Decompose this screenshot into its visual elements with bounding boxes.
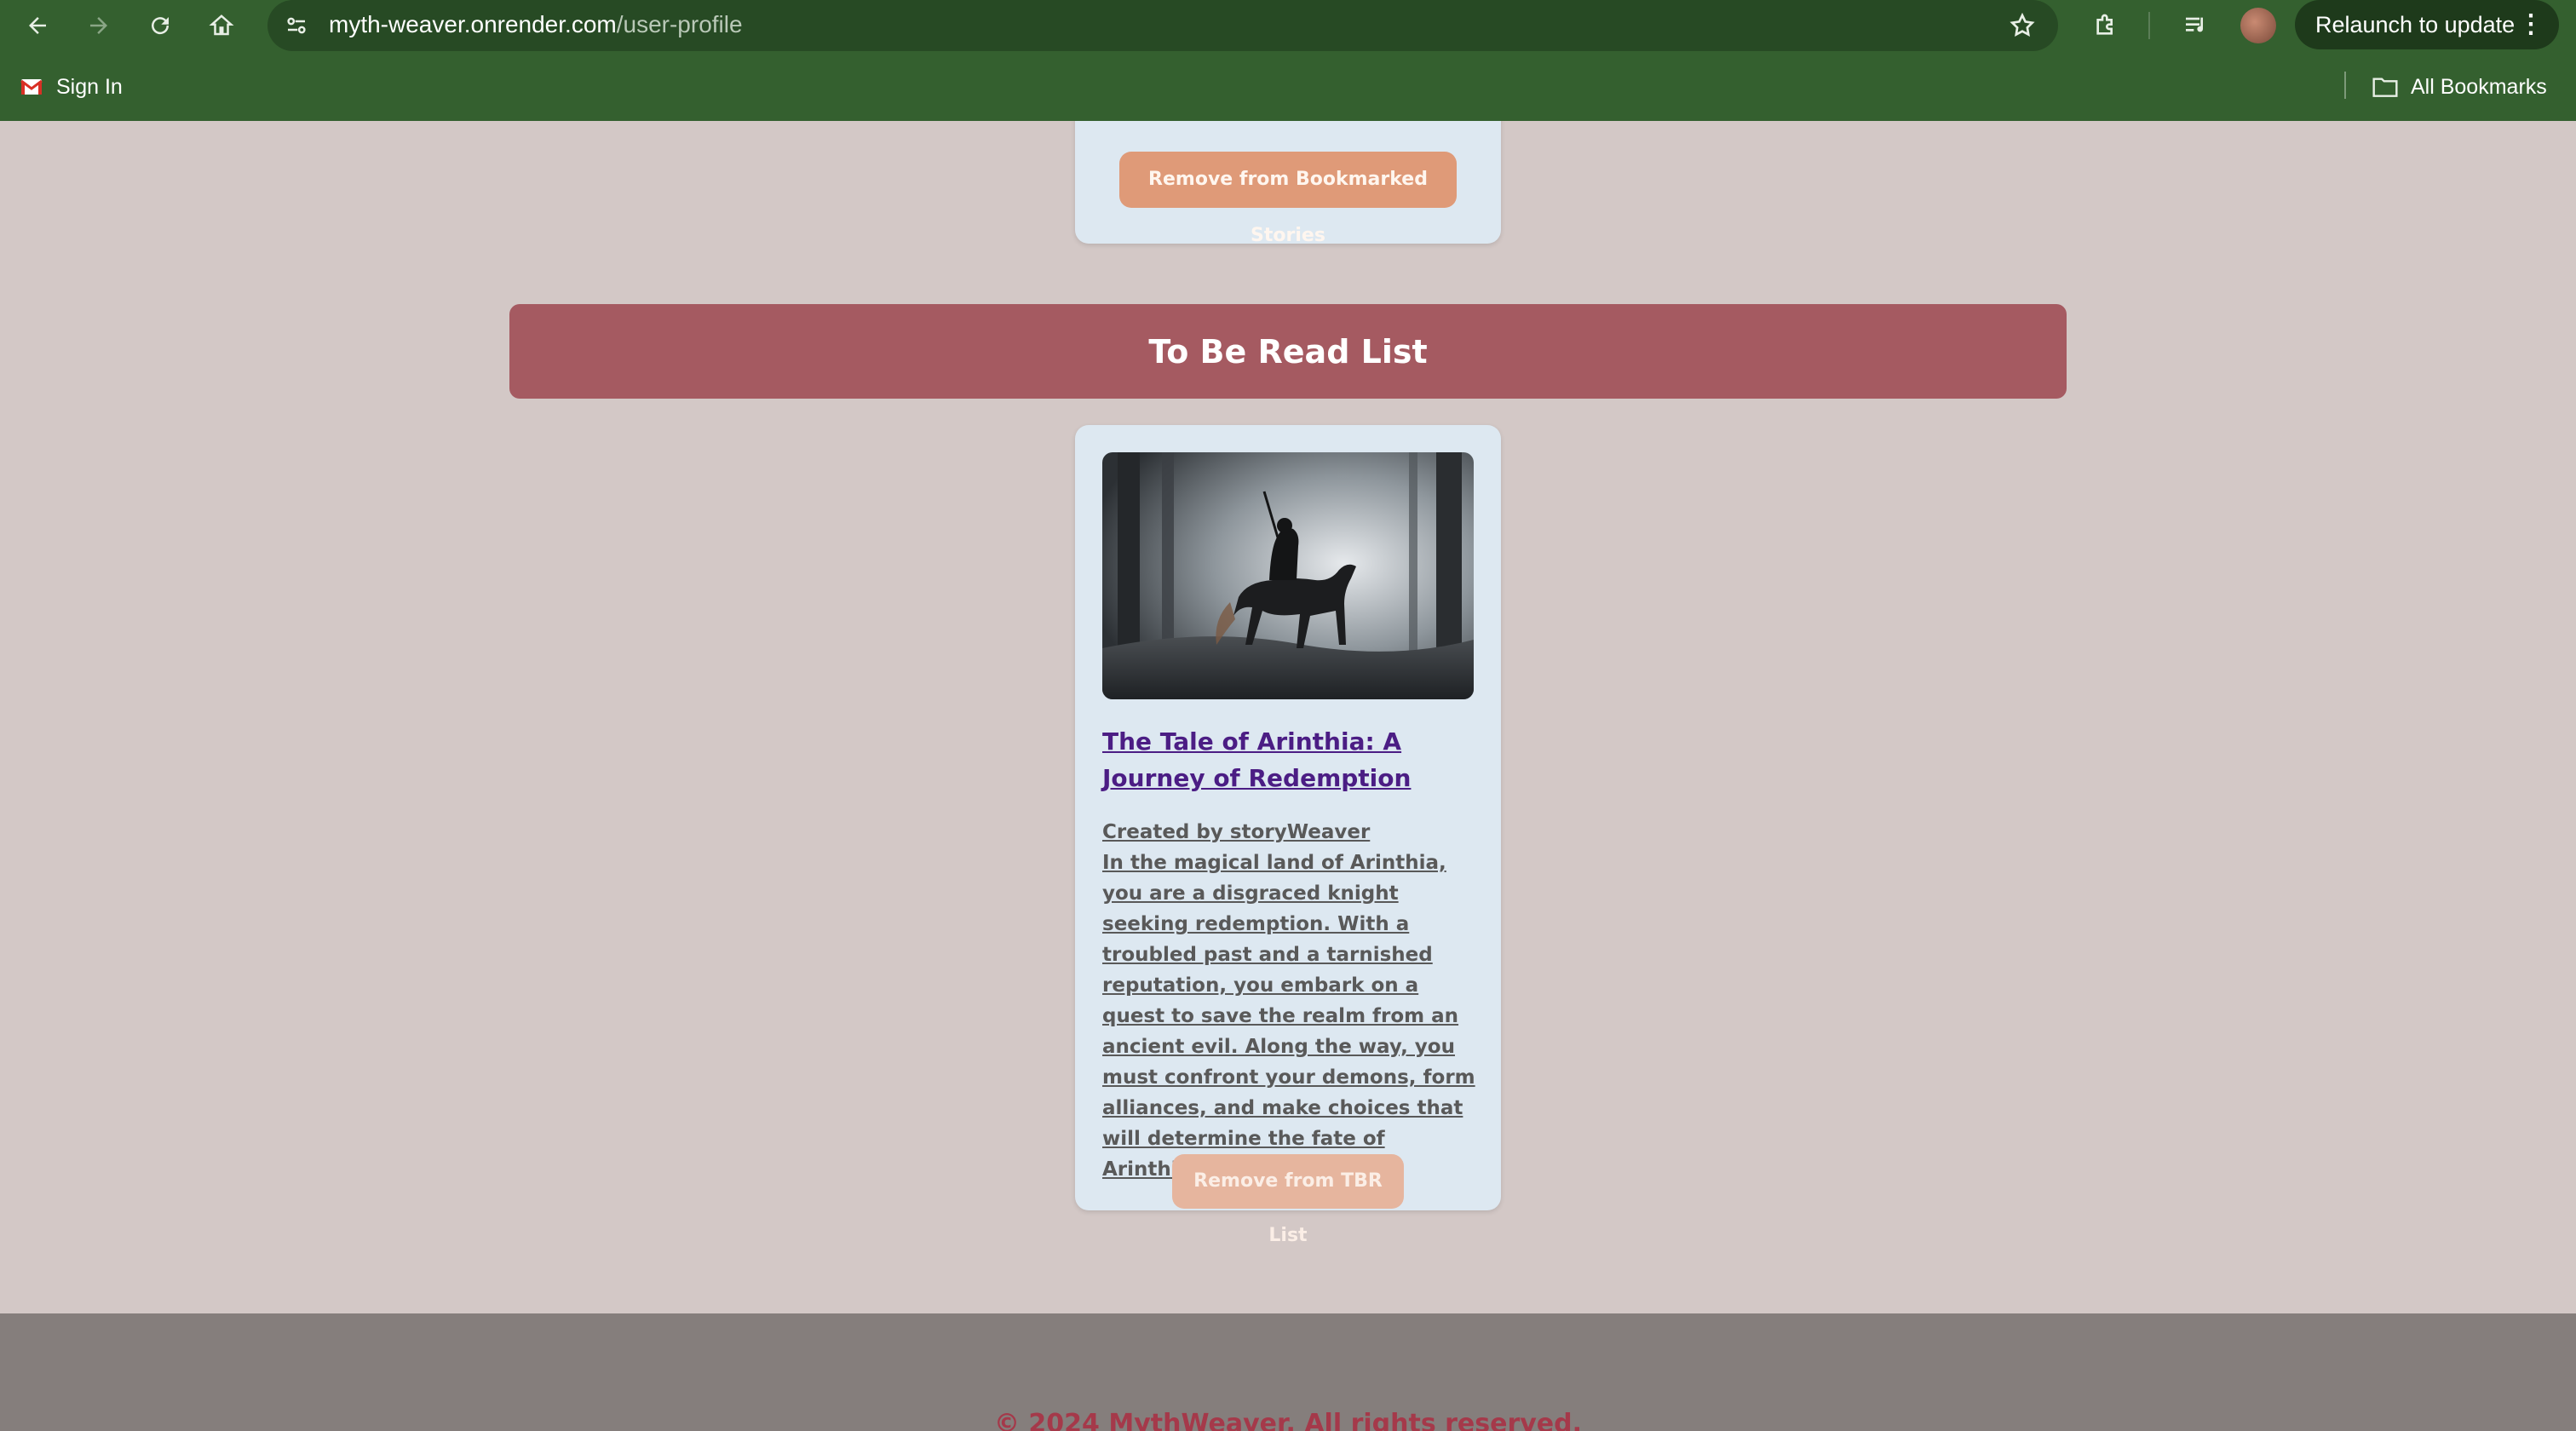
extensions-icon[interactable] [2089,10,2123,41]
bookmarks-separator [2344,72,2346,99]
page-content: Remove from Bookmarked Stories To Be Rea… [0,121,2576,1431]
url-path: /user-profile [616,11,743,37]
remove-from-bookmarked-button[interactable]: Remove from Bookmarked Stories [1119,152,1457,246]
more-menu-icon[interactable]: ⋮ [2518,0,2544,49]
reload-icon[interactable] [141,7,179,44]
relaunch-to-update-button[interactable]: Relaunch to update ⋮ [2295,0,2559,49]
all-bookmarks-button[interactable]: All Bookmarks [2372,72,2547,102]
browser-toolbar: myth-weaver.onrender.com/user-profile Re… [0,0,2576,51]
bookmark-star-icon[interactable] [2007,10,2038,41]
bookmark-label: Sign In [56,74,123,99]
site-info-icon[interactable] [281,10,312,41]
footer-copyright: © 2024 MythWeaver. All rights reserved. [993,1409,1583,1431]
relaunch-label: Relaunch to update [2315,12,2516,37]
profile-avatar[interactable] [2240,8,2276,43]
back-icon[interactable] [19,7,56,44]
tbr-story-card: The Tale of Arinthia: A Journey of Redem… [1075,425,1501,1246]
gmail-icon [20,78,43,95]
section-title: To Be Read List [1148,332,1428,371]
url-host: myth-weaver.onrender.com [329,11,617,37]
story-creator[interactable]: Created by storyWeaver [1102,817,1477,848]
url-text[interactable]: myth-weaver.onrender.com/user-profile [329,0,743,51]
all-bookmarks-label: All Bookmarks [2411,74,2547,99]
toolbar-separator [2148,12,2150,39]
remove-from-tbr-button[interactable]: Remove from TBR List [1172,1154,1404,1246]
folder-icon [2372,75,2399,99]
tbr-section-header: To Be Read List [509,304,2067,399]
browser-chrome: myth-weaver.onrender.com/user-profile Re… [0,0,2576,121]
page-footer: © 2024 MythWeaver. All rights reserved. [0,1313,2576,1431]
forward-icon[interactable] [80,7,118,44]
story-description[interactable]: In the magical land of Arinthia, you are… [1102,848,1477,1185]
story-title-link[interactable]: The Tale of Arinthia: A Journey of Redem… [1102,723,1477,796]
media-controls-icon[interactable] [2179,10,2213,41]
home-icon[interactable] [203,7,240,44]
bookmark-sign-in[interactable]: Sign In [20,72,123,102]
story-cover-image[interactable] [1102,452,1474,699]
bookmarked-story-card: Remove from Bookmarked Stories [1075,121,1501,246]
bookmarks-bar: Sign In All Bookmarks [0,61,2576,112]
address-bar[interactable]: myth-weaver.onrender.com/user-profile [267,0,2058,51]
